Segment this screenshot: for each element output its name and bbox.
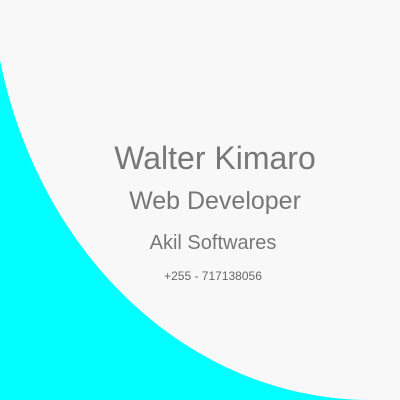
job-title: Web Developer [129,187,301,215]
business-card: Walter Kimaro Web Developer Akil Softwar… [0,0,400,400]
phone-number: +255 - 717138056 [164,269,262,283]
company-name: Akil Softwares [149,232,277,254]
person-name: Walter Kimaro [114,140,316,176]
